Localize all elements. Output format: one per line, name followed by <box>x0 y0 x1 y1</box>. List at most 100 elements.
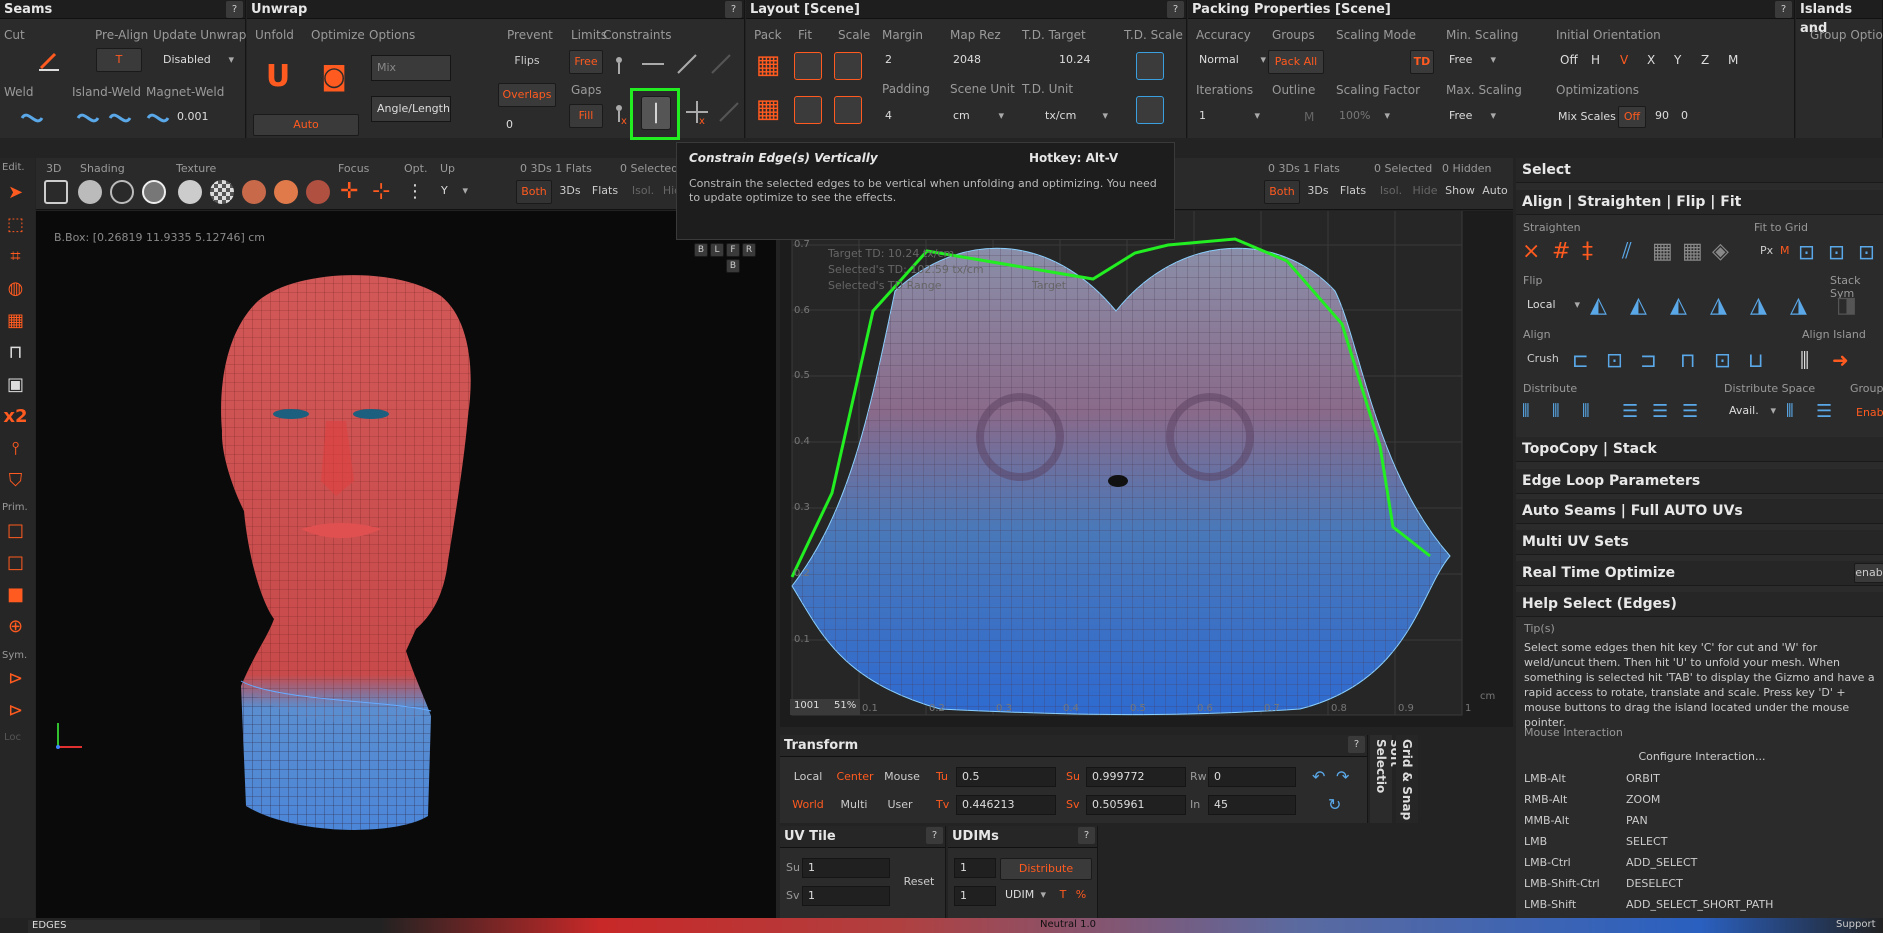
udim-t-button[interactable]: T <box>1054 886 1072 906</box>
uv-3ds-button[interactable]: 3Ds <box>1302 180 1334 204</box>
fit-grid-3-icon[interactable]: ⊡ <box>1858 238 1883 266</box>
pack-icon[interactable]: ▦ <box>754 52 782 80</box>
prim-filled-icon[interactable]: ■ <box>3 582 28 607</box>
tv-field[interactable]: 0.446213 <box>956 795 1056 815</box>
iterations-dropdown[interactable]: 1 <box>1194 106 1264 128</box>
max-scaling-dropdown[interactable]: Free <box>1444 106 1500 128</box>
unfold-button[interactable]: U <box>257 58 299 98</box>
options-angle-length-field[interactable]: Angle/Length <box>371 96 451 122</box>
magnet-weld-field[interactable]: 0.001 <box>172 108 230 128</box>
td-unit-dropdown[interactable]: tx/cm <box>1040 106 1112 128</box>
select-arrow-icon[interactable]: ➤ <box>3 180 28 205</box>
island-weld-2-icon[interactable] <box>106 104 134 132</box>
rw-field[interactable]: 0 <box>1208 767 1296 787</box>
distribute-2-icon[interactable]: ⫴ <box>1552 398 1580 426</box>
outline-m[interactable]: M <box>1304 110 1314 124</box>
update-unwrap-dropdown[interactable]: Disabled <box>158 50 238 72</box>
distribute-space-icon[interactable]: ⫴ <box>1786 398 1814 426</box>
distribute-3-icon[interactable]: ⫴ <box>1582 398 1610 426</box>
fit-px-label[interactable]: Px <box>1760 244 1773 257</box>
td-scale-2-icon[interactable] <box>1136 96 1164 124</box>
orient-z[interactable]: Z <box>1701 53 1709 67</box>
flip-4-icon[interactable]: ◮ <box>1710 292 1738 320</box>
view3d-both-button[interactable]: Both <box>516 180 552 204</box>
rotate-apply-icon[interactable]: ↻ <box>1328 795 1350 815</box>
opt-0-field[interactable]: 0 <box>1676 107 1716 127</box>
straighten-icon[interactable]: ⨯ <box>1522 238 1550 266</box>
view3d-3ds-button[interactable]: 3Ds <box>554 180 586 204</box>
udims-help-button[interactable]: ? <box>1078 827 1095 844</box>
overlaps-button[interactable]: Overlaps <box>498 83 556 107</box>
box-select-icon[interactable]: ⬚ <box>3 212 28 237</box>
sym-icon[interactable]: ⊳ <box>3 666 28 691</box>
packing-help-button[interactable]: ? <box>1775 1 1792 18</box>
shade-both-icon[interactable] <box>142 180 166 204</box>
center-button[interactable]: Center <box>832 767 878 789</box>
focus-2-icon[interactable]: ⊹ <box>372 180 398 204</box>
uv-flats-button[interactable]: Flats <box>1334 180 1372 204</box>
status-support[interactable]: Support <box>1836 919 1876 930</box>
cut-icon[interactable] <box>35 46 63 74</box>
texture-map-icon[interactable] <box>306 180 330 204</box>
unconstrain-icon[interactable]: x <box>683 98 711 127</box>
viewport-3d[interactable]: B.Box: [0.26819 11.9335 5.12746] cm B L … <box>36 211 776 918</box>
pre-align-t-button[interactable]: T <box>96 48 142 72</box>
fit-grid-icon[interactable]: ⊡ <box>1798 238 1826 266</box>
align-header[interactable]: Align | Straighten | Flip | Fit <box>1516 190 1883 215</box>
straighten-5-icon[interactable]: ▦ <box>1652 238 1680 266</box>
uvtile-help-button[interactable]: ? <box>926 827 943 844</box>
fit-grid-2-icon[interactable]: ⊡ <box>1828 238 1856 266</box>
world-button[interactable]: World <box>788 795 828 817</box>
distribute-button[interactable]: Distribute <box>1000 858 1092 880</box>
align-center-icon[interactable]: ⊡ <box>1606 346 1634 374</box>
straighten-2-icon[interactable]: # <box>1552 238 1580 266</box>
mix-scales-label[interactable]: Mix Scales <box>1558 110 1616 123</box>
pin-icon[interactable] <box>605 50 633 78</box>
shade-solid-icon[interactable] <box>78 180 102 204</box>
padding-field[interactable]: 4 <box>880 106 932 128</box>
orient-v[interactable]: V <box>1620 53 1628 67</box>
constrain-curve-icon[interactable] <box>707 50 735 78</box>
su-field[interactable]: 0.999772 <box>1086 767 1186 787</box>
viewport-uv[interactable]: Target TD: 10.24 tx/cm Selected's TD: 10… <box>780 211 1513 727</box>
map-rez-field[interactable]: 2048 <box>948 50 1008 72</box>
stack-sym-icon[interactable]: ◨ <box>1836 292 1864 320</box>
magnet-icon[interactable]: ⊓ <box>3 340 28 365</box>
flip-v-icon[interactable]: ◭ <box>1630 292 1658 320</box>
uv-isol-button[interactable]: Isol. <box>1374 180 1408 204</box>
grid-snap-tab[interactable]: Grid & Snap <box>1396 735 1418 823</box>
straighten-6-icon[interactable]: ▦ <box>1682 238 1710 266</box>
mix-scales-off-button[interactable]: Off <box>1618 106 1646 128</box>
fit-2-icon[interactable] <box>794 96 822 124</box>
prim-square-icon[interactable]: □ <box>3 518 28 543</box>
real-time-enable-button[interactable]: enab <box>1854 563 1883 583</box>
local-button[interactable]: Local <box>788 767 828 789</box>
flip-h-icon[interactable]: ◭ <box>1590 292 1618 320</box>
seams-help-button[interactable]: ? <box>226 1 243 18</box>
crush-label[interactable]: Crush <box>1527 352 1559 365</box>
udims-field-2[interactable]: 1 <box>954 886 996 906</box>
td-scale-icon[interactable] <box>1136 52 1164 80</box>
mouse-button[interactable]: Mouse <box>880 767 924 789</box>
uv-show-button[interactable]: Show <box>1442 180 1478 204</box>
island-select-icon[interactable]: ⌗ <box>3 244 28 269</box>
tab-3d[interactable]: 3D <box>46 162 61 175</box>
uv-auto-button[interactable]: Auto <box>1478 180 1512 204</box>
topocopy-header[interactable]: TopoCopy | Stack <box>1516 437 1883 462</box>
orient-x[interactable]: X <box>1647 53 1655 67</box>
align-island-2-icon[interactable]: ➜ <box>1832 346 1860 374</box>
gaps-field[interactable]: 0 <box>501 116 555 136</box>
gaps-fill-button[interactable]: Fill <box>569 104 603 128</box>
uvtile-su-field[interactable]: 1 <box>802 858 890 878</box>
pack-all-button[interactable]: Pack All <box>1268 50 1324 74</box>
island-weld-icon[interactable] <box>74 104 102 132</box>
opt-icon[interactable]: ⋮ <box>406 180 432 204</box>
distribute-4-icon[interactable]: ☰ <box>1622 398 1650 426</box>
orient-y[interactable]: Y <box>1674 53 1681 67</box>
orient-h[interactable]: H <box>1591 53 1600 67</box>
udims-field-1[interactable]: 1 <box>954 858 996 878</box>
auto-button[interactable]: Auto <box>253 114 359 136</box>
flip-6-icon[interactable]: ◮ <box>1790 292 1818 320</box>
multi-uv-header[interactable]: Multi UV Sets <box>1516 530 1883 555</box>
prim-square-2-icon[interactable]: □ <box>3 550 28 575</box>
